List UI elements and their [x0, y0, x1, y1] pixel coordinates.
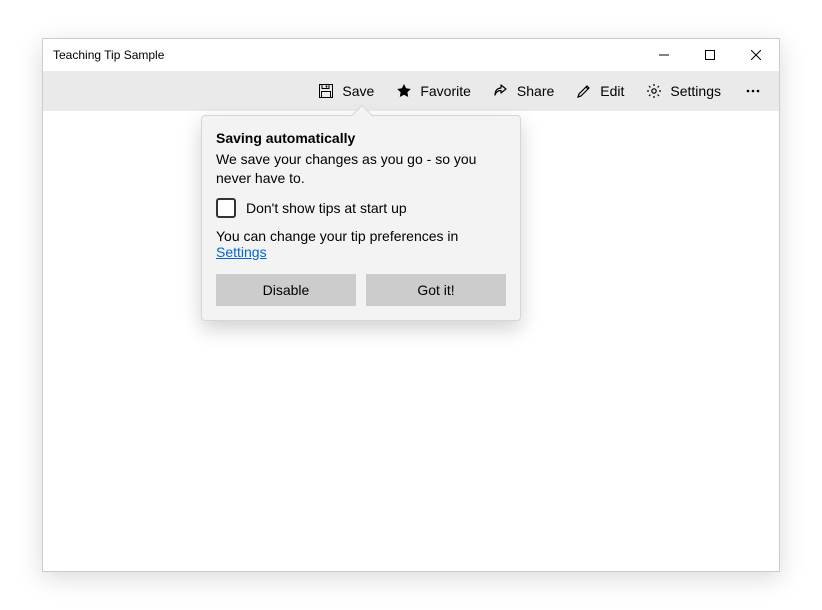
- titlebar: Teaching Tip Sample: [43, 39, 779, 71]
- content-area: Saving automatically We save your change…: [43, 111, 779, 571]
- window-title: Teaching Tip Sample: [53, 48, 164, 62]
- favorite-button[interactable]: Favorite: [386, 75, 481, 107]
- more-icon: [745, 83, 761, 99]
- star-icon: [396, 83, 412, 99]
- edit-icon: [576, 83, 592, 99]
- share-button-label: Share: [517, 83, 554, 99]
- teaching-tip: Saving automatically We save your change…: [201, 115, 521, 321]
- save-button[interactable]: Save: [308, 75, 384, 107]
- edit-button-label: Edit: [600, 83, 624, 99]
- command-bar: Save Favorite Share Edit Settings: [43, 71, 779, 111]
- got-it-button[interactable]: Got it!: [366, 274, 506, 306]
- minimize-icon: [659, 50, 669, 60]
- teaching-tip-title: Saving automatically: [216, 130, 506, 146]
- dont-show-checkbox[interactable]: [216, 198, 236, 218]
- teaching-tip-checkbox-row: Don't show tips at start up: [216, 198, 506, 218]
- teaching-tip-button-row: Disable Got it!: [216, 274, 506, 306]
- maximize-icon: [705, 50, 715, 60]
- disable-button[interactable]: Disable: [216, 274, 356, 306]
- share-icon: [493, 83, 509, 99]
- minimize-button[interactable]: [641, 39, 687, 71]
- maximize-button[interactable]: [687, 39, 733, 71]
- save-button-label: Save: [342, 83, 374, 99]
- teaching-tip-settings-link[interactable]: Settings: [216, 244, 267, 260]
- teaching-tip-subtitle: We save your changes as you go - so you …: [216, 150, 506, 188]
- settings-button-label: Settings: [670, 83, 721, 99]
- close-button[interactable]: [733, 39, 779, 71]
- save-icon: [318, 83, 334, 99]
- close-icon: [751, 50, 761, 60]
- titlebar-controls: [641, 39, 779, 71]
- dont-show-checkbox-label: Don't show tips at start up: [246, 200, 407, 216]
- app-window: Teaching Tip Sample: [42, 38, 780, 572]
- favorite-button-label: Favorite: [420, 83, 471, 99]
- share-button[interactable]: Share: [483, 75, 564, 107]
- settings-button[interactable]: Settings: [636, 75, 731, 107]
- gear-icon: [646, 83, 662, 99]
- edit-button[interactable]: Edit: [566, 75, 634, 107]
- teaching-tip-footer: You can change your tip preferences in S…: [216, 228, 506, 260]
- more-button[interactable]: [733, 75, 773, 107]
- teaching-tip-footer-text: You can change your tip preferences in: [216, 228, 458, 244]
